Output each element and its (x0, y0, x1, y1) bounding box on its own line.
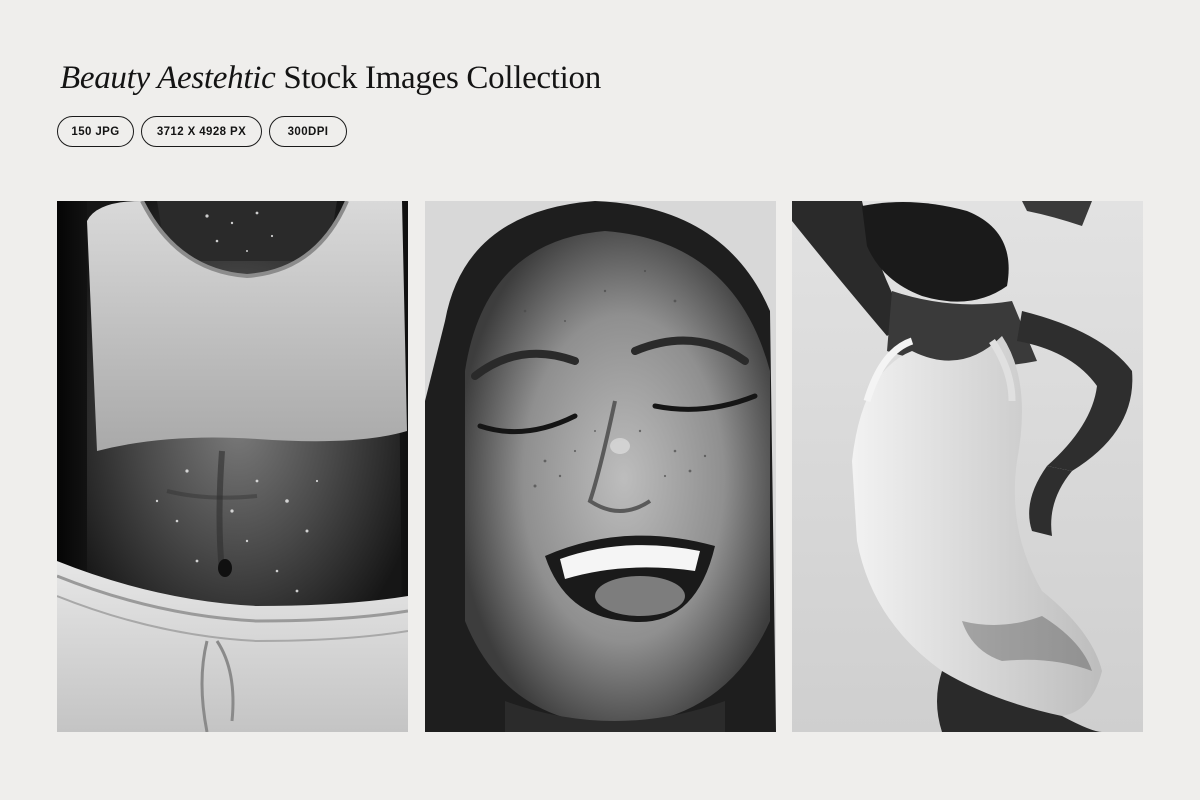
badge-file-count: 150 JPG (57, 116, 134, 147)
photo-midriff (57, 201, 408, 732)
photo-dancer-bodysuit (792, 201, 1143, 732)
title-rest-part: Stock Images Collection (275, 60, 601, 96)
badge-resolution: 3712 X 4928 PX (141, 116, 262, 147)
spec-badges: 150 JPG 3712 X 4928 PX 300DPI (57, 116, 347, 147)
page-title: Beauty Aestehtic Stock Images Collection (60, 58, 601, 98)
title-italic-part: Beauty Aestehtic (60, 60, 276, 96)
badge-dpi: 300DPI (269, 116, 347, 147)
photo-laughing-face (425, 201, 776, 732)
